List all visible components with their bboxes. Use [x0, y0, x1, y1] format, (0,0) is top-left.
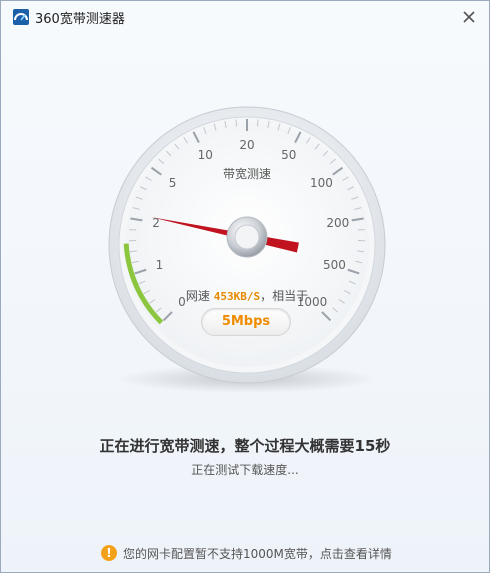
window-title: 360宽带测速器 — [35, 12, 125, 27]
speed-gauge: 0 1 2 5 10 20 50 100 200 500 1000 带宽测速 网速 453KB/S，… — [79, 77, 415, 413]
360-speedtest-logo-icon — [13, 9, 29, 25]
speed-value: 453KB/S — [213, 290, 261, 303]
tick-label: 2 — [152, 215, 160, 230]
close-icon[interactable] — [459, 7, 479, 27]
tick-label: 200 — [326, 215, 350, 230]
gauge-dial — [108, 106, 386, 393]
speedtest-window: 360宽带测速器 0 1 2 5 10 20 50 100 200 500 10… — [0, 0, 490, 573]
notice-text: 您的网卡配置暂不支持1000M宽带，点击查看详情 — [123, 546, 392, 561]
tick-label: 10 — [197, 148, 213, 163]
tick-label: 500 — [323, 258, 346, 273]
warning-icon: ! — [101, 545, 117, 561]
speed-readout: 网速 453KB/S，相当于 — [79, 287, 415, 304]
status-sub-text: 正在测试下载速度... — [191, 463, 299, 477]
speed-suffix: ，相当于 — [260, 289, 309, 303]
minor-tick — [256, 119, 259, 127]
speed-prefix: 网速 — [185, 289, 210, 303]
minor-tick — [235, 119, 238, 127]
tick-label: 1 — [155, 258, 164, 273]
tick-label: 20 — [239, 138, 255, 152]
tick-label: 50 — [281, 148, 297, 163]
gauge-title: 带宽测速 — [222, 167, 271, 181]
title-bar: 360宽带测速器 — [1, 1, 489, 33]
mbps-equivalent: 5Mbps — [201, 308, 291, 336]
status-main-text: 正在进行宽带测速，整个过程大概需要15秒 — [99, 437, 391, 455]
nic-notice-link[interactable]: ! 您的网卡配置暂不支持1000M宽带，点击查看详情 — [101, 543, 392, 563]
